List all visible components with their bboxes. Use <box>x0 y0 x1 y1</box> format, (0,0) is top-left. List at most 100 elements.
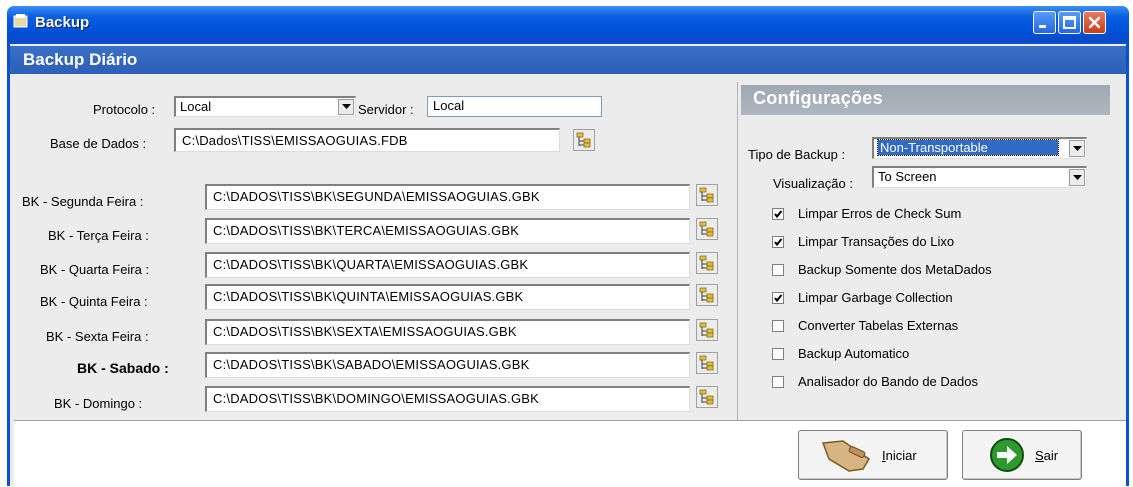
quinta-path-value: C:\DADOS\TISS\BK\QUINTA\EMISSAOGUIAS.GBK <box>213 289 524 304</box>
header-band: Backup Diário <box>10 46 1126 74</box>
folder-tree-icon <box>699 389 714 405</box>
chevron-down-icon <box>341 104 351 109</box>
segunda-label: BK - Segunda Feira : <box>22 194 144 209</box>
bottom-bar <box>14 420 1126 487</box>
chevron-down-icon <box>1072 174 1082 180</box>
left-panel: Protocolo : Local Servidor : Local Base … <box>14 82 734 420</box>
terca-path-value: C:\DADOS\TISS\BK\TERCA\EMISSAOGUIAS.GBK <box>213 223 520 238</box>
minimize-icon <box>1039 25 1046 28</box>
checkbox[interactable] <box>772 235 784 248</box>
folder-tree-icon <box>699 187 714 203</box>
config-header: Configurações <box>741 85 1110 115</box>
maximize-button[interactable] <box>1058 11 1081 34</box>
quinta-label: BK - Quinta Feira : <box>40 294 148 309</box>
visualizacao-select[interactable]: To Screen <box>872 166 1087 188</box>
minimize-button[interactable] <box>1033 11 1056 34</box>
servidor-label: Servidor : <box>358 102 414 117</box>
option-label: Converter Tabelas Externas <box>798 318 959 333</box>
domingo-path-value: C:\DADOS\TISS\BK\DOMINGO\EMISSAOGUIAS.GB… <box>213 391 540 406</box>
maximize-icon <box>1063 16 1076 29</box>
folder-tree-icon <box>699 255 714 271</box>
tipo-backup-select[interactable]: Non-Transportable <box>872 137 1087 159</box>
checkbox[interactable] <box>772 207 784 220</box>
option-analisador[interactable]: Analisador do Bando de Dados <box>772 374 978 389</box>
check-icon <box>774 293 783 302</box>
domingo-path-field[interactable]: C:\DADOS\TISS\BK\DOMINGO\EMISSAOGUIAS.GB… <box>205 386 690 412</box>
quarta-browse-button[interactable] <box>696 252 718 274</box>
iniciar-label: Iniciar <box>882 448 917 463</box>
iniciar-label-rest: niciar <box>885 447 917 463</box>
checkbox[interactable] <box>772 347 784 360</box>
option-label: Backup Somente dos MetaDados <box>798 262 992 277</box>
sair-button[interactable]: Sair <box>962 430 1082 480</box>
sabado-browse-button[interactable] <box>696 352 718 374</box>
quarta-path-field[interactable]: C:\DADOS\TISS\BK\QUARTA\EMISSAOGUIAS.GBK <box>205 252 690 278</box>
sabado-path-value: C:\DADOS\TISS\BK\SABADO\EMISSAOGUIAS.GBK <box>213 357 530 372</box>
option-limpar-garbage[interactable]: Limpar Garbage Collection <box>772 290 953 305</box>
sexta-browse-button[interactable] <box>696 319 718 341</box>
quinta-path-field[interactable]: C:\DADOS\TISS\BK\QUINTA\EMISSAOGUIAS.GBK <box>205 284 690 310</box>
tipo-backup-label: Tipo de Backup : <box>748 147 846 162</box>
tipo-backup-value: Non-Transportable <box>877 139 1059 156</box>
backup-app-icon <box>13 14 28 28</box>
segunda-path-field[interactable]: C:\DADOS\TISS\BK\SEGUNDA\EMISSAOGUIAS.GB… <box>205 184 690 210</box>
visualizacao-value: To Screen <box>878 169 937 184</box>
folder-tree-icon <box>699 287 714 303</box>
option-backup-metadados[interactable]: Backup Somente dos MetaDados <box>772 262 992 277</box>
option-backup-automatico[interactable]: Backup Automatico <box>772 346 909 361</box>
page-title: Backup Diário <box>23 50 138 69</box>
domingo-label: BK - Domingo : <box>54 396 143 411</box>
close-button[interactable] <box>1083 11 1106 34</box>
check-icon <box>774 209 783 218</box>
option-converter-tabelas[interactable]: Converter Tabelas Externas <box>772 318 958 333</box>
servidor-field[interactable]: Local <box>427 96 602 117</box>
segunda-browse-button[interactable] <box>696 184 718 206</box>
folder-tree-icon <box>699 221 714 237</box>
base-dados-browse-button[interactable] <box>573 129 595 151</box>
sair-mnemonic: S <box>1035 447 1044 463</box>
folder-tree-icon <box>699 322 714 338</box>
option-limpar-check-sum[interactable]: Limpar Erros de Check Sum <box>772 206 961 221</box>
chevron-down-icon <box>1072 145 1082 151</box>
checkbox[interactable] <box>772 319 784 332</box>
servidor-value: Local <box>433 98 465 113</box>
tipo-backup-dropdown-button[interactable] <box>1069 140 1085 157</box>
iniciar-button[interactable]: Iniciar <box>798 430 948 480</box>
base-dados-field[interactable]: C:\Dados\TISS\EMISSAOGUIAS.FDB <box>174 128 560 152</box>
sexta-path-field[interactable]: C:\DADOS\TISS\BK\SEXTA\EMISSAOGUIAS.GBK <box>205 319 690 345</box>
protocolo-select[interactable]: Local <box>174 96 356 117</box>
sexta-label: BK - Sexta Feira : <box>46 329 149 344</box>
broom-icon <box>821 440 871 472</box>
domingo-browse-button[interactable] <box>696 386 718 408</box>
folder-tree-icon <box>699 355 714 371</box>
close-icon <box>1088 16 1101 29</box>
protocolo-dropdown-button[interactable] <box>338 99 354 115</box>
terca-browse-button[interactable] <box>696 218 718 240</box>
base-dados-label: Base de Dados : <box>50 136 147 151</box>
title-bar[interactable]: Backup <box>7 6 1129 42</box>
option-label: Analisador do Bando de Dados <box>798 374 978 389</box>
config-title: Configurações <box>753 88 883 108</box>
protocolo-value: Local <box>180 99 212 114</box>
sabado-path-field[interactable]: C:\DADOS\TISS\BK\SABADO\EMISSAOGUIAS.GBK <box>205 352 690 378</box>
visualizacao-label: Visualização : <box>773 176 853 191</box>
checkbox[interactable] <box>772 375 784 388</box>
quarta-path-value: C:\DADOS\TISS\BK\QUARTA\EMISSAOGUIAS.GBK <box>213 257 529 272</box>
terca-label: BK - Terça Feira : <box>48 228 149 243</box>
quinta-browse-button[interactable] <box>696 284 718 306</box>
visualizacao-dropdown-button[interactable] <box>1069 169 1085 186</box>
sair-label: Sair <box>1035 448 1058 463</box>
option-label: Limpar Transações do Lixo <box>798 234 955 249</box>
option-label: Backup Automatico <box>798 346 910 361</box>
quarta-label: BK - Quarta Feira : <box>40 262 150 277</box>
sabado-label: BK - Sabado : <box>77 360 169 376</box>
option-label: Limpar Erros de Check Sum <box>798 206 962 221</box>
checkbox[interactable] <box>772 291 784 304</box>
terca-path-field[interactable]: C:\DADOS\TISS\BK\TERCA\EMISSAOGUIAS.GBK <box>205 218 690 244</box>
check-icon <box>774 237 783 246</box>
sexta-path-value: C:\DADOS\TISS\BK\SEXTA\EMISSAOGUIAS.GBK <box>213 324 517 339</box>
sair-label-rest: air <box>1043 447 1059 463</box>
folder-tree-icon <box>576 132 591 148</box>
option-limpar-transacoes[interactable]: Limpar Transações do Lixo <box>772 234 954 249</box>
checkbox[interactable] <box>772 263 784 276</box>
